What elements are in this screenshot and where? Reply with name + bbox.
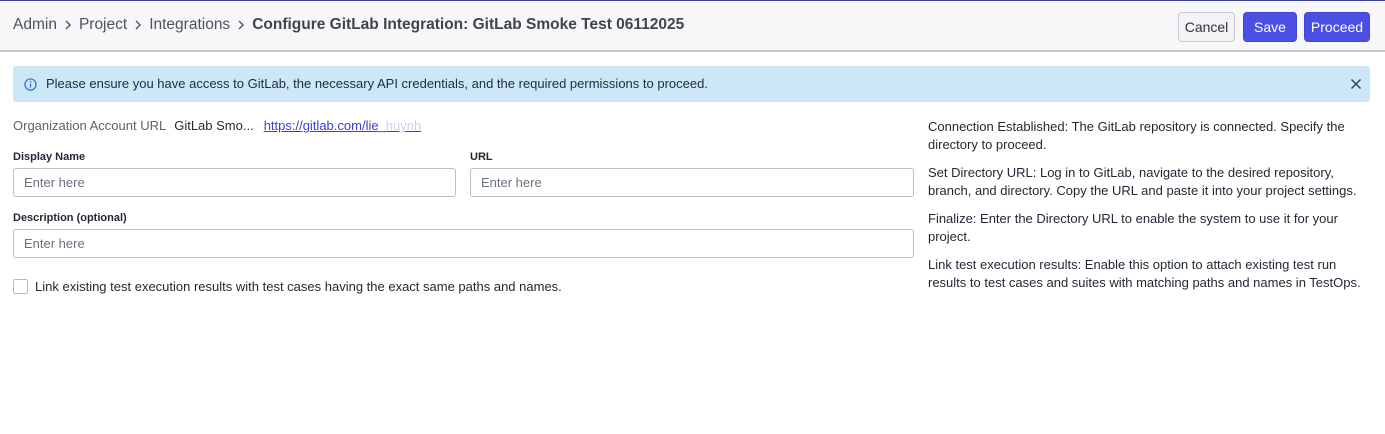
page-title: Configure GitLab Integration: GitLab Smo… (252, 16, 685, 33)
info-icon (24, 78, 37, 91)
url-input[interactable] (470, 168, 914, 197)
help-link-results: Link test execution results: Enable this… (928, 257, 1361, 290)
chevron-right-icon (63, 20, 73, 30)
org-url-link[interactable]: https://gitlab.com/lie_huynh (264, 118, 422, 133)
org-url-faded-text: _huynh (378, 118, 422, 133)
info-banner: Please ensure you have access to GitLab,… (13, 66, 1370, 102)
org-account-name: GitLab Smo... (174, 118, 254, 133)
display-name-input[interactable] (13, 168, 456, 197)
url-label: URL (470, 151, 493, 163)
description-label: Description (optional) (13, 212, 127, 224)
breadcrumb-project[interactable]: Project (79, 16, 127, 34)
org-url-text: https://gitlab.com/lie (263, 118, 379, 133)
top-bar: Admin Project Integrations Configure Git… (0, 0, 1385, 52)
display-name-label: Display Name (13, 151, 86, 163)
help-panel: Connection Established: The GitLab repos… (928, 118, 1368, 302)
help-finalize: Finalize: Enter the Directory URL to ena… (928, 211, 1338, 244)
breadcrumb-admin[interactable]: Admin (13, 16, 57, 34)
link-results-checkbox[interactable] (13, 279, 28, 294)
close-icon[interactable] (1350, 78, 1362, 90)
cancel-button[interactable]: Cancel (1178, 12, 1235, 42)
breadcrumb-integrations[interactable]: Integrations (149, 16, 230, 34)
chevron-right-icon (236, 20, 246, 30)
save-button[interactable]: Save (1243, 12, 1297, 42)
org-url-label: Organization Account URL (13, 118, 167, 133)
proceed-button[interactable]: Proceed (1304, 12, 1370, 42)
help-directory-url: Set Directory URL: Log in to GitLab, nav… (928, 165, 1357, 198)
chevron-right-icon (133, 20, 143, 30)
organization-account-row: Organization Account URL GitLab Smo... h… (13, 118, 421, 133)
help-connection: Connection Established: The GitLab repos… (928, 119, 1345, 152)
banner-message: Please ensure you have access to GitLab,… (46, 76, 708, 91)
breadcrumb: Admin Project Integrations Configure Git… (13, 16, 684, 34)
link-results-checkbox-label[interactable]: Link existing test execution results wit… (35, 279, 562, 294)
description-input[interactable] (13, 229, 914, 258)
